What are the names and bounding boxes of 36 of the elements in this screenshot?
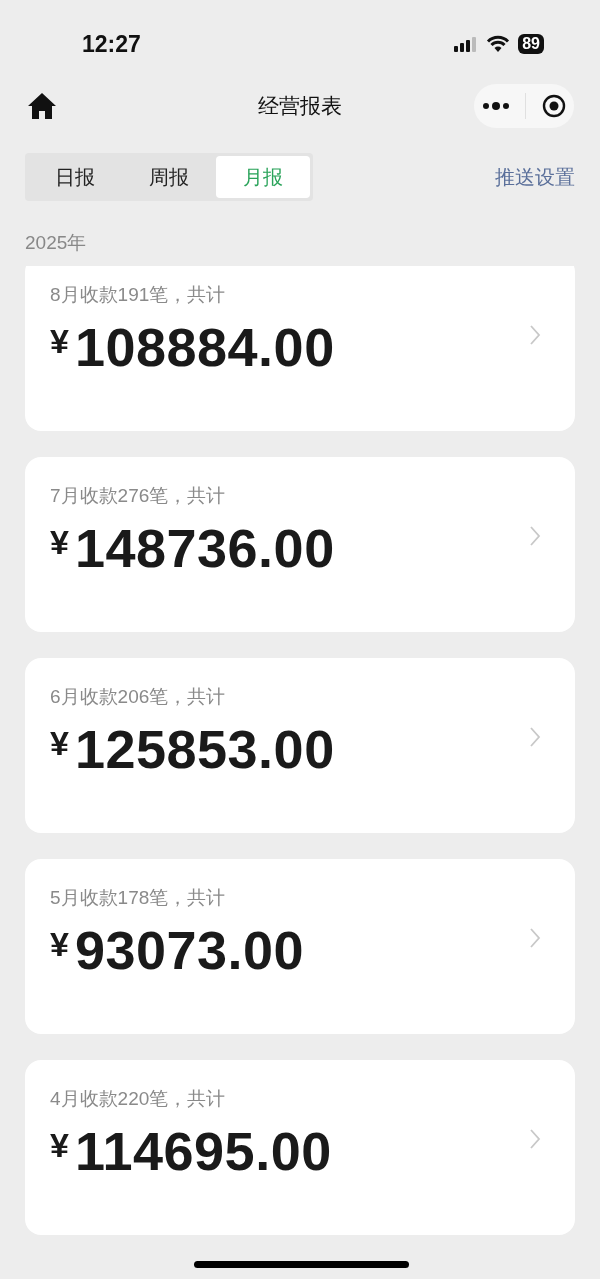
month-card[interactable]: 6月收款206笔，共计 ¥125853.00 — [25, 658, 575, 833]
wifi-icon — [486, 35, 511, 53]
month-summary: 4月收款220笔，共计 — [50, 1087, 227, 1108]
month-summary: 7月收款276笔，共计 — [50, 484, 227, 505]
signal-icon — [454, 36, 479, 52]
amount: 108884.00 — [74, 316, 335, 378]
month-summary: 8月收款191笔，共计 — [50, 283, 227, 304]
page-title: 经营报表 — [257, 93, 343, 119]
amount: 148736.00 — [74, 517, 335, 579]
amount: 93073.00 — [74, 919, 305, 981]
chevron-right-icon — [529, 726, 541, 748]
currency-symbol: ¥ — [50, 925, 69, 964]
push-settings-link[interactable]: 推送设置 — [495, 163, 575, 191]
status-time: 12:27 — [82, 30, 141, 58]
month-card[interactable]: 4月收款220笔，共计 ¥114695.00 — [25, 1060, 575, 1235]
year-label: 2025年 — [24, 231, 88, 254]
amount: 125853.00 — [74, 718, 335, 780]
battery-level: 89 — [518, 34, 544, 54]
month-card[interactable]: 5月收款178笔，共计 ¥93073.00 — [25, 859, 575, 1034]
currency-symbol: ¥ — [50, 322, 69, 361]
home-icon[interactable] — [27, 92, 57, 120]
tab[interactable]: 周报 — [122, 156, 216, 198]
month-summary: 6月收款206笔，共计 — [50, 685, 227, 706]
chevron-right-icon — [529, 525, 541, 547]
chevron-right-icon — [529, 1128, 541, 1150]
tab[interactable]: 日报 — [28, 156, 122, 198]
currency-symbol: ¥ — [50, 1126, 69, 1165]
chevron-right-icon — [529, 324, 541, 346]
month-card[interactable]: 8月收款191笔，共计 ¥108884.00 — [25, 266, 575, 431]
amount: 114695.00 — [74, 1120, 332, 1182]
month-card[interactable]: 7月收款276笔，共计 ¥148736.00 — [25, 457, 575, 632]
currency-symbol: ¥ — [50, 724, 69, 763]
chevron-right-icon — [529, 927, 541, 949]
more-icon[interactable] — [481, 101, 510, 111]
month-summary: 5月收款178笔，共计 — [50, 886, 227, 907]
currency-symbol: ¥ — [50, 523, 69, 562]
